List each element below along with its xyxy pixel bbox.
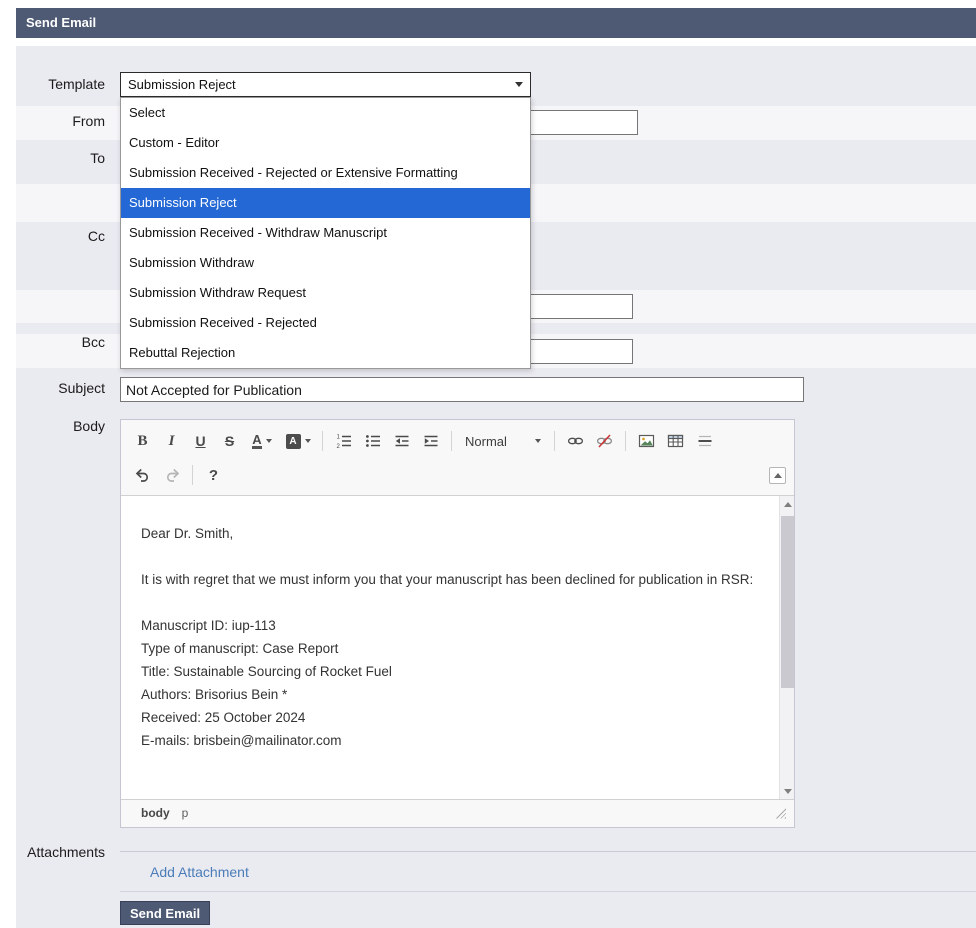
body-paragraph: Dear Dr. Smith, — [141, 522, 771, 545]
bullet-list-button[interactable] — [359, 429, 386, 454]
body-paragraph: Manuscript ID: iup-113Type of manuscript… — [141, 614, 771, 752]
bold-icon: B — [137, 433, 147, 450]
attachments-label: Attachments — [0, 844, 105, 860]
editor-content[interactable]: Dear Dr. Smith, It is with regret that we… — [121, 496, 794, 799]
add-attachment-link[interactable]: Add Attachment — [150, 864, 249, 880]
template-select[interactable]: Submission Reject — [120, 72, 531, 97]
svg-text:2: 2 — [336, 444, 340, 449]
strikethrough-icon: S — [225, 433, 234, 449]
chevron-down-icon — [535, 439, 541, 443]
header-bar: Send Email — [16, 8, 976, 38]
italic-icon: I — [169, 433, 175, 450]
template-option[interactable]: Submission Withdraw Request — [121, 278, 530, 308]
underline-button[interactable]: U — [187, 429, 214, 454]
attachments-section: Add Attachment — [120, 851, 976, 892]
strikethrough-button[interactable]: S — [216, 429, 243, 454]
body-editor: B I U S A A 1 2 — [120, 419, 795, 828]
horizontal-rule-button[interactable] — [691, 429, 718, 454]
subject-input[interactable] — [120, 377, 804, 402]
template-select-value: Submission Reject — [128, 77, 515, 92]
help-button[interactable]: ? — [200, 463, 227, 488]
undo-icon — [135, 467, 151, 483]
page: Send Email Template From To Cc Bcc Subje… — [0, 0, 976, 928]
triangle-up-icon — [784, 502, 792, 507]
background-color-button[interactable]: A — [281, 429, 315, 454]
bullet-list-icon — [365, 433, 381, 449]
template-option[interactable]: Submission Received - Withdraw Manuscrip… — [121, 218, 530, 248]
horizontal-rule-icon — [697, 433, 713, 449]
numbered-list-icon: 1 2 — [336, 433, 352, 449]
link-button[interactable] — [562, 429, 589, 454]
increase-indent-icon — [423, 433, 439, 449]
subject-label: Subject — [0, 380, 105, 396]
send-email-button[interactable]: Send Email — [120, 901, 210, 925]
template-option[interactable]: Submission Received - Rejected — [121, 308, 530, 338]
template-option[interactable]: Submission Reject — [121, 188, 530, 218]
chevron-down-icon — [515, 82, 523, 87]
text-color-button[interactable]: A — [245, 429, 279, 454]
toolbar-separator — [192, 465, 193, 485]
table-icon — [667, 433, 684, 449]
help-icon: ? — [209, 467, 218, 484]
from-label: From — [0, 113, 105, 129]
toolbar-collapse-button[interactable] — [769, 467, 786, 484]
increase-indent-button[interactable] — [417, 429, 444, 454]
resize-grip[interactable] — [775, 808, 786, 819]
template-option[interactable]: Custom - Editor — [121, 128, 530, 158]
text-color-icon: A — [252, 433, 261, 449]
italic-button[interactable]: I — [158, 429, 185, 454]
editor-toolbar: B I U S A A 1 2 — [121, 420, 794, 496]
paragraph-format-value: Normal — [465, 434, 531, 449]
unlink-button[interactable] — [591, 429, 618, 454]
bold-button[interactable]: B — [129, 429, 156, 454]
template-option[interactable]: Submission Withdraw — [121, 248, 530, 278]
body-paragraph: It is with regret that we must inform yo… — [141, 568, 771, 591]
template-dropdown-list: SelectCustom - EditorSubmission Received… — [120, 97, 531, 369]
template-label: Template — [0, 76, 105, 92]
image-button[interactable] — [633, 429, 660, 454]
scroll-thumb[interactable] — [781, 516, 794, 688]
element-path-p[interactable]: p — [182, 806, 189, 820]
toolbar-row-2: ? — [129, 458, 786, 492]
svg-text:1: 1 — [336, 435, 340, 441]
toolbar-separator — [451, 431, 452, 451]
toolbar-separator — [625, 431, 626, 451]
editor-body-content: Dear Dr. Smith, It is with regret that we… — [121, 496, 779, 799]
page-title: Send Email — [26, 15, 96, 30]
decrease-indent-icon — [394, 433, 410, 449]
bcc-label: Bcc — [0, 334, 105, 350]
cc-label: Cc — [0, 228, 105, 244]
template-option[interactable]: Rebuttal Rejection — [121, 338, 530, 368]
editor-status-bar: body p — [121, 799, 794, 826]
unlink-icon — [596, 433, 613, 449]
chevron-up-icon — [774, 473, 782, 478]
element-path-body[interactable]: body — [141, 806, 170, 820]
template-option[interactable]: Submission Received - Rejected or Extens… — [121, 158, 530, 188]
toolbar-separator — [554, 431, 555, 451]
redo-icon — [164, 467, 180, 483]
toolbar-separator — [322, 431, 323, 451]
editor-scrollbar[interactable] — [779, 496, 794, 799]
decrease-indent-button[interactable] — [388, 429, 415, 454]
chevron-down-icon — [266, 439, 272, 443]
background-color-icon: A — [286, 434, 301, 449]
paragraph-format-select[interactable]: Normal — [459, 429, 547, 454]
link-icon — [567, 433, 584, 449]
numbered-list-button[interactable]: 1 2 — [330, 429, 357, 454]
body-label: Body — [0, 418, 105, 434]
toolbar-row-1: B I U S A A 1 2 — [129, 424, 786, 458]
template-option[interactable]: Select — [121, 98, 530, 128]
chevron-down-icon — [305, 439, 311, 443]
table-button[interactable] — [662, 429, 689, 454]
scroll-down-button[interactable] — [780, 783, 794, 799]
undo-button[interactable] — [129, 463, 156, 488]
scroll-up-button[interactable] — [780, 496, 794, 512]
underline-icon: U — [195, 433, 205, 449]
image-icon — [638, 433, 655, 449]
triangle-down-icon — [784, 789, 792, 794]
redo-button[interactable] — [158, 463, 185, 488]
to-label: To — [0, 150, 105, 166]
